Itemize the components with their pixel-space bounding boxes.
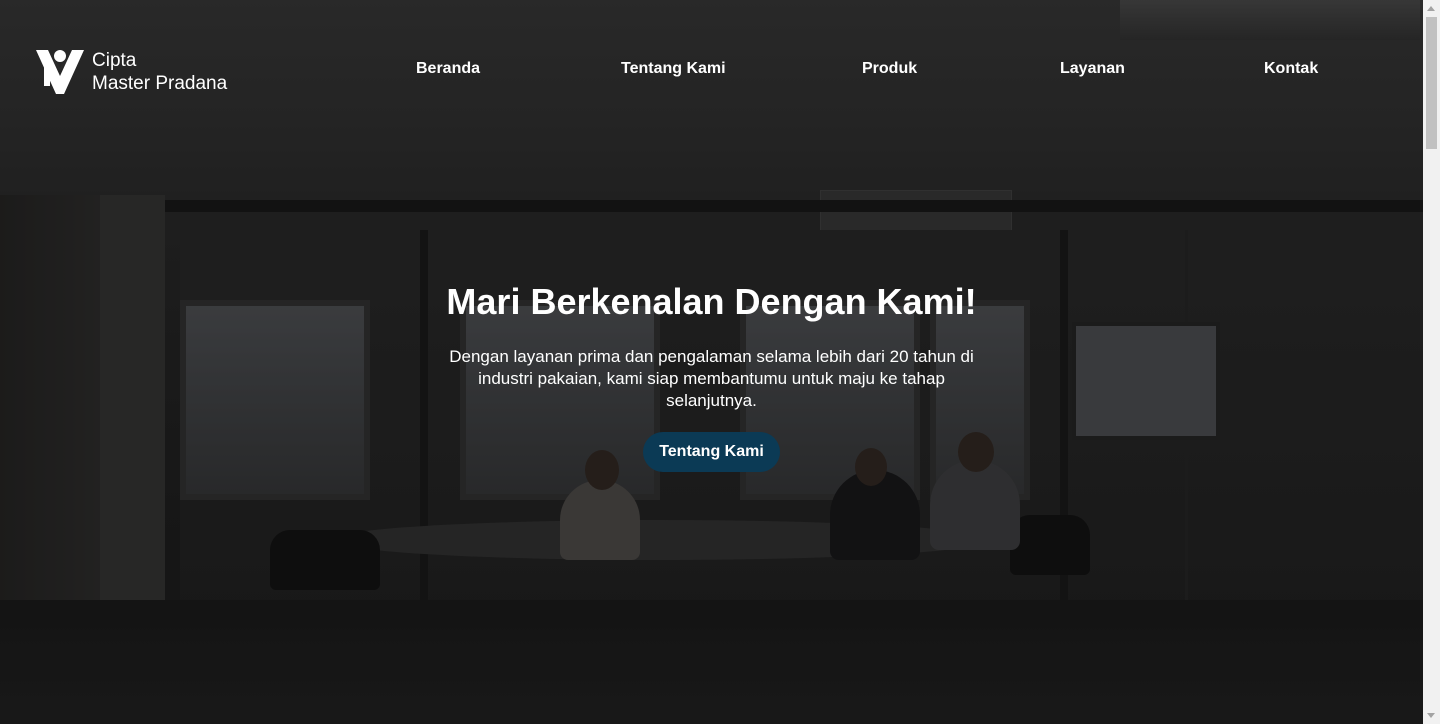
main-nav: Beranda Tentang Kami Produk Layanan Kont… (0, 60, 1423, 84)
page-scrollbar[interactable] (1423, 0, 1440, 724)
nav-item-kontak[interactable]: Kontak (1264, 60, 1318, 78)
nav-item-produk[interactable]: Produk (862, 60, 917, 78)
nav-item-tentang-kami[interactable]: Tentang Kami (621, 60, 726, 78)
tentang-kami-button[interactable]: Tentang Kami (643, 432, 780, 472)
hero-subtitle: Dengan layanan prima dan pengalaman sela… (449, 347, 974, 410)
navbar: Cipta Master Pradana Beranda Tentang Kam… (0, 0, 1423, 140)
hero-title: Mari Berkenalan Dengan Kami! (446, 281, 977, 322)
nav-item-beranda[interactable]: Beranda (416, 60, 480, 78)
landing-page: Cipta Master Pradana Beranda Tentang Kam… (0, 0, 1440, 724)
scroll-thumb[interactable] (1426, 17, 1437, 149)
scroll-up-arrow-icon[interactable] (1423, 0, 1440, 17)
hero-section: Mari Berkenalan Dengan Kami! Dengan laya… (0, 280, 1423, 472)
nav-item-layanan[interactable]: Layanan (1060, 60, 1125, 78)
scroll-down-arrow-icon[interactable] (1423, 707, 1440, 724)
